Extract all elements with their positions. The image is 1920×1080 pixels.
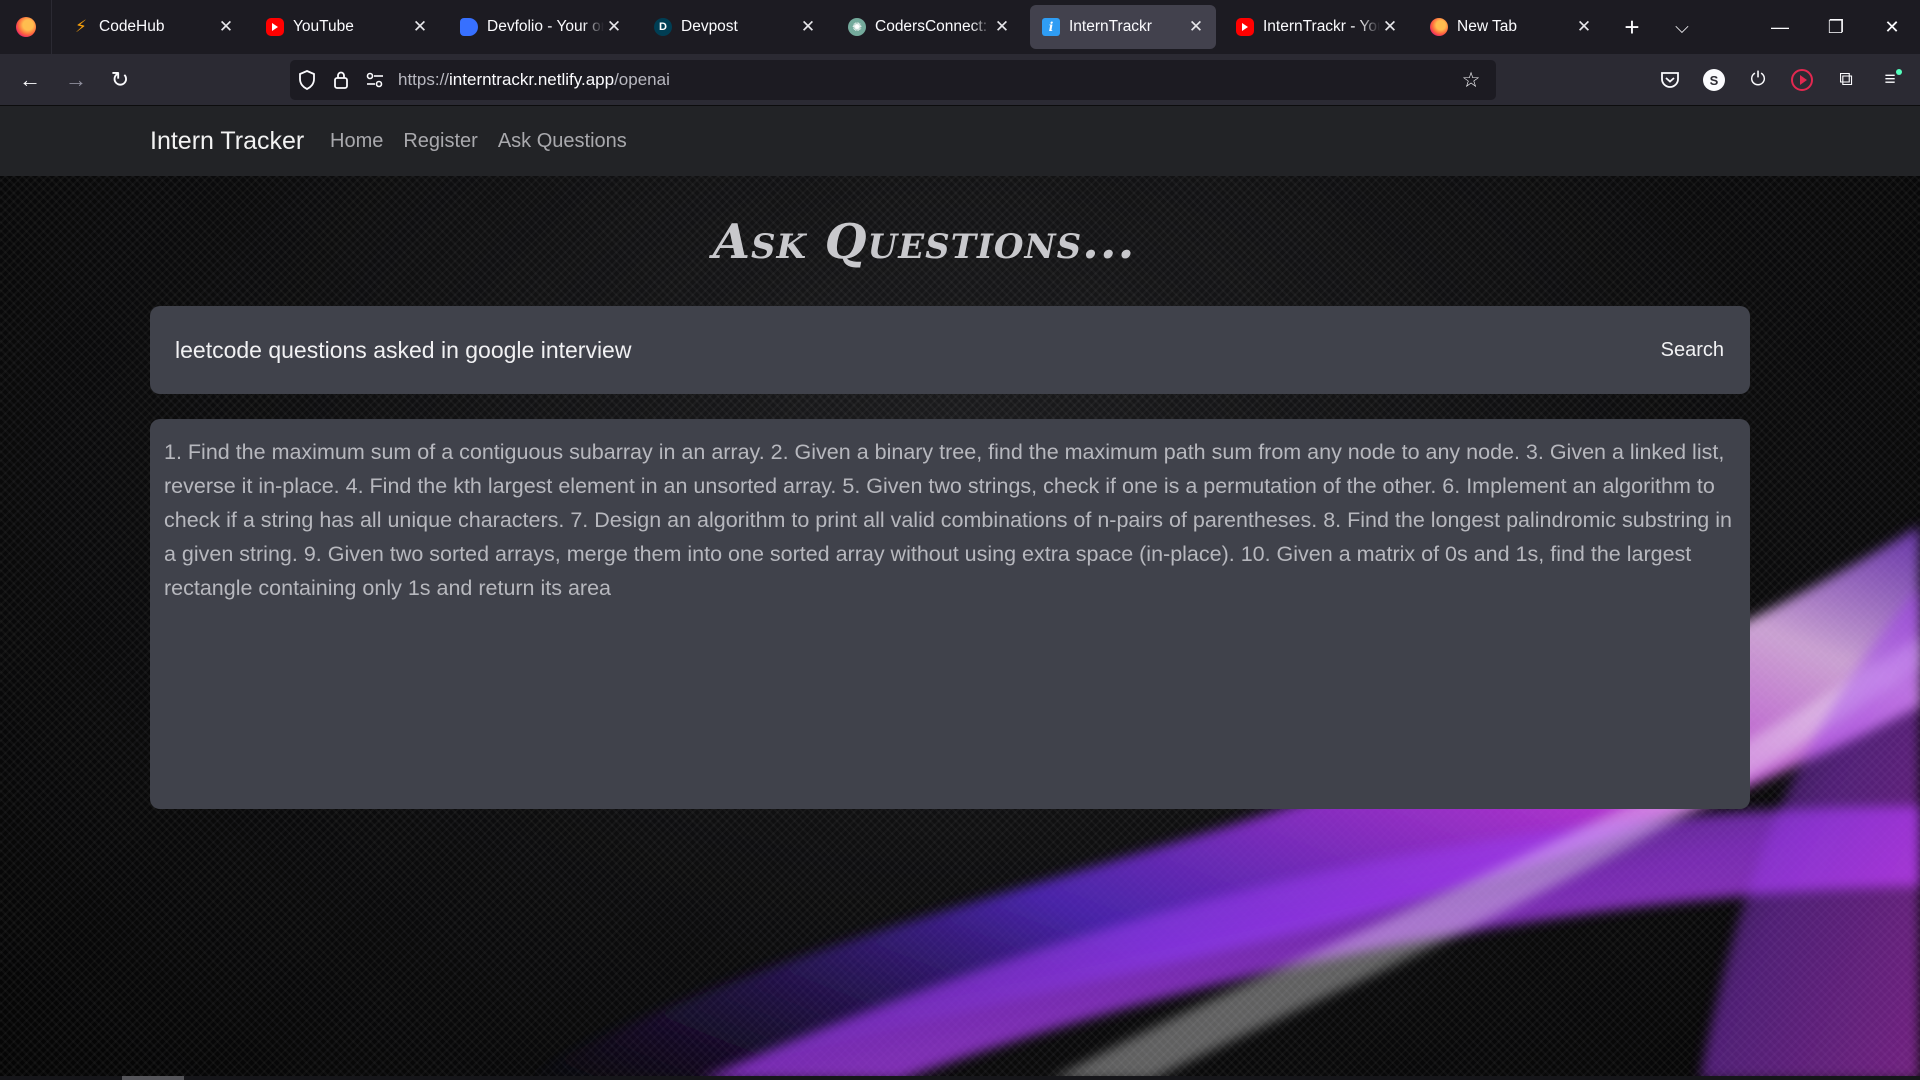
close-icon[interactable]: ✕ <box>604 17 624 37</box>
tab-youtube[interactable]: YouTube ✕ <box>254 5 440 49</box>
url-scheme: https:// <box>398 70 450 89</box>
answer-panel: 1. Find the maximum sum of a contiguous … <box>150 419 1750 809</box>
tab-title: Devpost <box>681 18 738 35</box>
scrollbar-thumb[interactable] <box>122 1076 184 1080</box>
star-icon: ☆ <box>1461 68 1481 92</box>
firefox-icon <box>1430 18 1448 36</box>
list-all-tabs-button[interactable]: ⌵ <box>1664 9 1700 45</box>
devpost-icon: D <box>654 18 672 36</box>
permissions-icon[interactable] <box>358 60 392 100</box>
extensions-button[interactable]: ⧉ <box>1824 60 1868 100</box>
close-icon: ✕ <box>1884 16 1900 37</box>
tab-strip: ⚡ CodeHub ✕ YouTube ✕ Devfolio - Your on… <box>0 0 1920 54</box>
lock-icon[interactable] <box>324 60 358 100</box>
interntrackr-icon: i <box>1042 18 1060 36</box>
padlock-icon <box>334 71 348 89</box>
tab-new-tab[interactable]: New Tab ✕ <box>1418 5 1604 49</box>
tab-title: CodersConnect: In <box>875 18 992 35</box>
question-input[interactable] <box>175 306 1575 394</box>
close-window-button[interactable]: ✕ <box>1864 0 1920 54</box>
tab-list: ⚡ CodeHub ✕ YouTube ✕ Devfolio - Your on… <box>52 0 1700 54</box>
nav-toolbar: ← → ↻ https://interntrackr.netlify.app/o… <box>0 54 1920 106</box>
nav-link-register[interactable]: Register <box>403 130 477 153</box>
url-path: /openai <box>614 70 670 89</box>
firefox-view-button[interactable] <box>0 0 52 54</box>
sliders-icon <box>366 72 383 88</box>
url-text[interactable]: https://interntrackr.netlify.app/openai <box>398 70 670 90</box>
youtube-icon <box>266 18 284 36</box>
puzzle-icon: ⧉ <box>1839 69 1853 90</box>
update-badge <box>1896 69 1902 75</box>
search-bar: Search <box>150 306 1750 394</box>
tab-devpost[interactable]: D Devpost ✕ <box>642 5 828 49</box>
plus-icon: + <box>1624 11 1640 42</box>
codehub-icon: ⚡ <box>75 17 87 36</box>
back-button[interactable]: ← <box>8 60 52 100</box>
pocket-icon <box>1661 72 1679 88</box>
tab-interntrackr-youtube[interactable]: InternTrackr - YouTube ✕ <box>1224 5 1410 49</box>
tab-codehub[interactable]: ⚡ CodeHub ✕ <box>60 5 246 49</box>
site-brand[interactable]: Intern Tracker <box>150 127 304 156</box>
firefox-icon <box>15 17 36 37</box>
tab-title: InternTrackr - YouTube <box>1263 18 1380 35</box>
restore-icon: ❐ <box>1827 16 1845 37</box>
tracking-protection-icon[interactable] <box>290 60 324 100</box>
toolbar-buttons: S ⏻ ⧉ ≡ <box>1648 60 1912 100</box>
new-tab-button[interactable]: + <box>1614 9 1650 45</box>
bookmark-star-button[interactable]: ☆ <box>1454 60 1488 100</box>
devfolio-icon <box>460 18 478 36</box>
page-title: Ask Questions... <box>712 214 1136 270</box>
forward-button[interactable]: → <box>54 60 98 100</box>
tab-title: YouTube <box>293 18 354 35</box>
tab-title: CodeHub <box>99 18 165 35</box>
nav-link-ask-questions[interactable]: Ask Questions <box>498 130 627 153</box>
nav-link-home[interactable]: Home <box>330 130 383 153</box>
shield-icon <box>299 70 315 90</box>
restore-button[interactable]: ❐ <box>1808 0 1864 54</box>
window-controls: — ❐ ✕ <box>1752 0 1920 54</box>
arrow-left-icon: ← <box>19 67 41 92</box>
openai-icon: ✺ <box>848 18 866 36</box>
close-icon[interactable]: ✕ <box>410 17 430 37</box>
power-icon: ⏻ <box>1750 69 1766 90</box>
tab-interntrackr[interactable]: i InternTrackr ✕ <box>1030 5 1216 49</box>
power-extension-button[interactable]: ⏻ <box>1736 60 1780 100</box>
arrow-right-icon: → <box>65 67 87 92</box>
app-menu-button[interactable]: ≡ <box>1868 60 1912 100</box>
address-bar[interactable]: https://interntrackr.netlify.app/openai … <box>290 60 1496 100</box>
site-nav-links: Home Register Ask Questions <box>330 130 647 153</box>
tab-codersconnect[interactable]: ✺ CodersConnect: In ✕ <box>836 5 1022 49</box>
site-navbar: Intern Tracker Home Register Ask Questio… <box>0 106 1920 176</box>
horizontal-scrollbar[interactable] <box>0 1076 1920 1080</box>
close-icon[interactable]: ✕ <box>1186 17 1206 37</box>
screen-recorder-extension-button[interactable] <box>1780 60 1824 100</box>
close-icon[interactable]: ✕ <box>798 17 818 37</box>
search-button[interactable]: Search <box>1661 306 1724 394</box>
close-icon[interactable]: ✕ <box>216 17 236 37</box>
page-viewport: Intern Tracker Home Register Ask Questio… <box>0 106 1920 1080</box>
answer-text: 1. Find the maximum sum of a contiguous … <box>164 440 1732 600</box>
youtube-icon <box>1236 18 1254 36</box>
tab-title: Devfolio - Your one <box>487 18 604 35</box>
close-icon[interactable]: ✕ <box>992 17 1012 37</box>
tab-devfolio[interactable]: Devfolio - Your one ✕ <box>448 5 634 49</box>
record-icon <box>1791 69 1813 91</box>
close-icon[interactable]: ✕ <box>1574 17 1594 37</box>
url-host: interntrackr.netlify.app <box>449 70 615 89</box>
chevron-down-icon: ⌵ <box>1675 16 1689 37</box>
menu-icon: ≡ <box>1884 69 1896 90</box>
minimize-icon: — <box>1771 16 1789 37</box>
tab-title: New Tab <box>1457 18 1518 35</box>
pocket-button[interactable] <box>1648 60 1692 100</box>
close-icon[interactable]: ✕ <box>1380 17 1400 37</box>
account-button[interactable]: S <box>1692 60 1736 100</box>
tab-title: InternTrackr <box>1069 18 1152 35</box>
reload-button[interactable]: ↻ <box>98 60 142 100</box>
reload-icon: ↻ <box>110 67 130 92</box>
minimize-button[interactable]: — <box>1752 0 1808 54</box>
avatar: S <box>1703 69 1725 91</box>
